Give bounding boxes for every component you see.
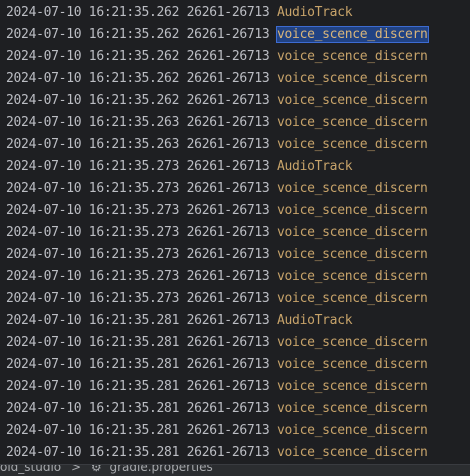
log-row[interactable]: 2024-07-10 16:21:35.263 26261-26713 voic… [6, 134, 428, 156]
log-pid-tid: 26261-26713 [186, 357, 270, 372]
log-tag[interactable]: voice_scence_discern [277, 401, 428, 416]
breadcrumb-file[interactable]: gradle.properties [109, 465, 212, 475]
log-row[interactable]: 2024-07-10 16:21:35.281 26261-26713 voic… [6, 376, 428, 398]
log-timestamp: 2024-07-10 16:21:35.262 [6, 27, 180, 42]
log-timestamp: 2024-07-10 16:21:35.281 [6, 423, 180, 438]
log-row[interactable]: 2024-07-10 16:21:35.263 26261-26713 voic… [6, 112, 428, 134]
log-row[interactable]: 2024-07-10 16:21:35.262 26261-26713 voic… [6, 68, 428, 90]
log-row[interactable]: 2024-07-10 16:21:35.273 26261-26713 voic… [6, 200, 428, 222]
status-bar: oid_studio > ⚙ gradle.properties [0, 464, 470, 476]
log-row[interactable]: 2024-07-10 16:21:35.262 26261-26713 voic… [6, 24, 429, 46]
log-timestamp: 2024-07-10 16:21:35.273 [6, 203, 180, 218]
log-timestamp: 2024-07-10 16:21:35.262 [6, 49, 180, 64]
log-tag[interactable]: voice_scence_discern [275, 26, 429, 43]
log-pid-tid: 26261-26713 [186, 269, 270, 284]
log-pid-tid: 26261-26713 [186, 291, 270, 306]
log-timestamp: 2024-07-10 16:21:35.281 [6, 335, 180, 350]
log-tag[interactable]: voice_scence_discern [277, 291, 428, 306]
log-tag[interactable]: voice_scence_discern [277, 203, 428, 218]
log-pid-tid: 26261-26713 [186, 401, 270, 416]
log-tag[interactable]: voice_scence_discern [277, 181, 428, 196]
log-tag[interactable]: voice_scence_discern [277, 49, 428, 64]
log-tag[interactable]: voice_scence_discern [277, 335, 428, 350]
log-row[interactable]: 2024-07-10 16:21:35.273 26261-26713 Audi… [6, 156, 428, 178]
log-row[interactable]: 2024-07-10 16:21:35.273 26261-26713 voic… [6, 178, 428, 200]
log-timestamp: 2024-07-10 16:21:35.273 [6, 291, 180, 306]
log-pid-tid: 26261-26713 [186, 93, 270, 108]
log-pid-tid: 26261-26713 [186, 247, 270, 262]
log-timestamp: 2024-07-10 16:21:35.263 [6, 137, 180, 152]
log-row[interactable]: 2024-07-10 16:21:35.281 26261-26713 voic… [6, 354, 428, 376]
log-timestamp: 2024-07-10 16:21:35.273 [6, 225, 180, 240]
log-tag[interactable]: voice_scence_discern [277, 379, 428, 394]
log-tag[interactable]: AudioTrack [277, 159, 353, 174]
gear-icon: ⚙ [90, 464, 102, 474]
log-row[interactable]: 2024-07-10 16:21:35.281 26261-26713 voic… [6, 398, 428, 420]
log-row[interactable]: 2024-07-10 16:21:35.273 26261-26713 voic… [6, 288, 428, 310]
log-timestamp: 2024-07-10 16:21:35.262 [6, 5, 180, 20]
log-pid-tid: 26261-26713 [186, 137, 270, 152]
log-timestamp: 2024-07-10 16:21:35.281 [6, 401, 180, 416]
log-row[interactable]: 2024-07-10 16:21:35.273 26261-26713 voic… [6, 222, 428, 244]
log-tag[interactable]: AudioTrack [277, 313, 353, 328]
log-timestamp: 2024-07-10 16:21:35.281 [6, 357, 180, 372]
log-tag[interactable]: voice_scence_discern [277, 445, 428, 460]
log-tag[interactable]: voice_scence_discern [277, 137, 428, 152]
log-row[interactable]: 2024-07-10 16:21:35.262 26261-26713 voic… [6, 90, 428, 112]
log-pid-tid: 26261-26713 [186, 115, 270, 130]
log-timestamp: 2024-07-10 16:21:35.262 [6, 71, 180, 86]
log-timestamp: 2024-07-10 16:21:35.273 [6, 269, 180, 284]
log-row[interactable]: 2024-07-10 16:21:35.281 26261-26713 voic… [6, 420, 428, 442]
logcat-panel: 2024-07-10 16:21:35.262 26261-26713 Audi… [0, 0, 470, 464]
log-pid-tid: 26261-26713 [186, 159, 270, 174]
breadcrumb-separator: > [70, 464, 82, 474]
log-pid-tid: 26261-26713 [186, 5, 270, 20]
log-pid-tid: 26261-26713 [186, 49, 270, 64]
log-tag[interactable]: voice_scence_discern [277, 247, 428, 262]
log-tag[interactable]: voice_scence_discern [277, 357, 428, 372]
log-pid-tid: 26261-26713 [186, 313, 270, 328]
log-pid-tid: 26261-26713 [186, 181, 270, 196]
log-row[interactable]: 2024-07-10 16:21:35.281 26261-26713 Audi… [6, 310, 428, 332]
log-rows: 2024-07-10 16:21:35.262 26261-26713 Audi… [6, 2, 429, 464]
log-timestamp: 2024-07-10 16:21:35.281 [6, 379, 180, 394]
log-row[interactable]: 2024-07-10 16:21:35.273 26261-26713 voic… [6, 266, 428, 288]
log-tag[interactable]: voice_scence_discern [277, 93, 428, 108]
log-row[interactable]: 2024-07-10 16:21:35.281 26261-26713 voic… [6, 332, 428, 354]
log-pid-tid: 26261-26713 [186, 335, 270, 350]
log-row[interactable]: 2024-07-10 16:21:35.262 26261-26713 Audi… [6, 2, 428, 24]
log-tag[interactable]: AudioTrack [277, 5, 353, 20]
log-tag[interactable]: voice_scence_discern [277, 423, 428, 438]
log-pid-tid: 26261-26713 [186, 203, 270, 218]
log-timestamp: 2024-07-10 16:21:35.262 [6, 93, 180, 108]
breadcrumb-project[interactable]: oid_studio [0, 465, 61, 475]
log-pid-tid: 26261-26713 [186, 225, 270, 240]
log-tag[interactable]: voice_scence_discern [277, 71, 428, 86]
log-pid-tid: 26261-26713 [186, 423, 270, 438]
log-pid-tid: 26261-26713 [186, 71, 270, 86]
log-pid-tid: 26261-26713 [186, 27, 270, 42]
log-row[interactable]: 2024-07-10 16:21:35.262 26261-26713 voic… [6, 46, 428, 68]
log-row[interactable]: 2024-07-10 16:21:35.281 26261-26713 voic… [6, 442, 428, 464]
log-tag[interactable]: voice_scence_discern [277, 269, 428, 284]
log-tag[interactable]: voice_scence_discern [277, 225, 428, 240]
log-row[interactable]: 2024-07-10 16:21:35.273 26261-26713 voic… [6, 244, 428, 266]
log-timestamp: 2024-07-10 16:21:35.273 [6, 247, 180, 262]
log-timestamp: 2024-07-10 16:21:35.281 [6, 313, 180, 328]
log-timestamp: 2024-07-10 16:21:35.273 [6, 181, 180, 196]
log-tag[interactable]: voice_scence_discern [277, 115, 428, 130]
log-timestamp: 2024-07-10 16:21:35.281 [6, 445, 180, 460]
log-timestamp: 2024-07-10 16:21:35.273 [6, 159, 180, 174]
log-timestamp: 2024-07-10 16:21:35.263 [6, 115, 180, 130]
log-pid-tid: 26261-26713 [186, 445, 270, 460]
log-pid-tid: 26261-26713 [186, 379, 270, 394]
breadcrumb: oid_studio > ⚙ gradle.properties [0, 464, 213, 475]
